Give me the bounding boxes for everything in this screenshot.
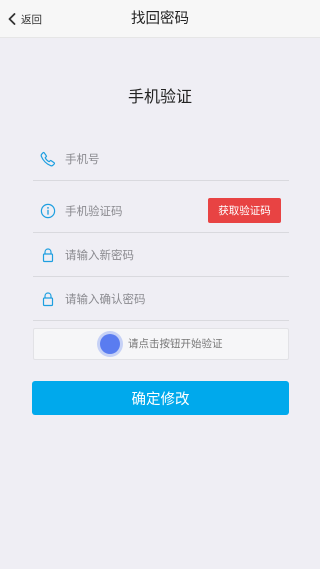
phone-field	[33, 137, 289, 181]
verify-hint: 请点击按钮开始验证	[128, 338, 223, 350]
new-password-field	[33, 233, 289, 277]
page: 返回 找回密码 手机验证 获取验证码	[0, 0, 320, 569]
info-icon	[39, 202, 57, 220]
confirm-password-input[interactable]	[65, 283, 289, 314]
get-code-button[interactable]: 获取验证码	[208, 198, 281, 223]
captcha-verify-box[interactable]: 请点击按钮开始验证	[33, 328, 289, 360]
phone-icon	[39, 150, 57, 168]
page-title: 找回密码	[131, 11, 189, 27]
lock-icon	[39, 246, 57, 264]
section-title: 手机验证	[127, 87, 192, 106]
confirm-password-field	[33, 277, 289, 321]
lock-icon	[39, 290, 57, 308]
confirm-button[interactable]: 确定修改	[32, 381, 289, 415]
phone-input[interactable]	[65, 143, 289, 174]
verify-start-button[interactable]	[100, 334, 120, 354]
new-password-input[interactable]	[65, 239, 289, 270]
nav-bar: 返回 找回密码	[0, 0, 320, 38]
